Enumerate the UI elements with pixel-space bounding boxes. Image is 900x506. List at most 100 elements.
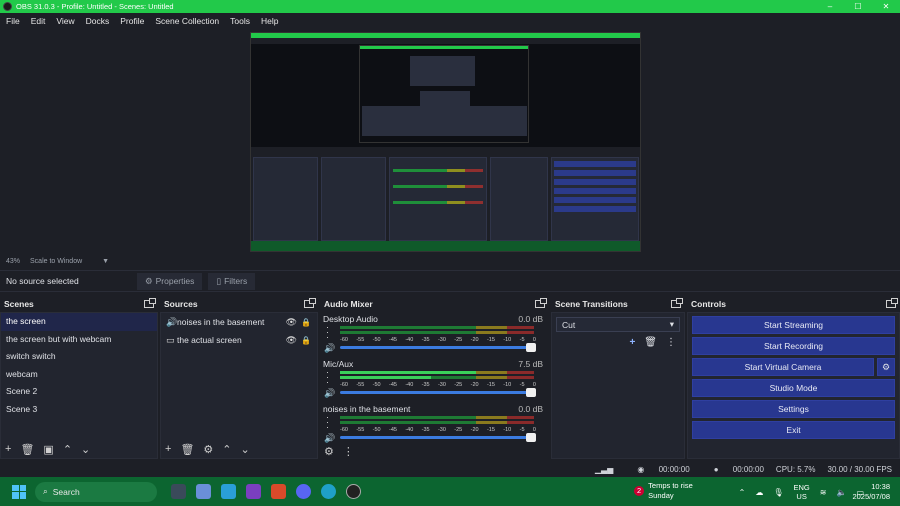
menu-tools[interactable]: Tools [230, 16, 250, 26]
trash-icon[interactable]: 🗑 [20, 443, 34, 456]
more-vertical-icon[interactable]: · · · [326, 323, 330, 342]
start-recording-button[interactable]: Start Recording [692, 337, 895, 355]
source-name: noises in the basement [177, 317, 265, 327]
arrow-down-icon[interactable]: ⌄ [81, 443, 90, 456]
volume-slider-handle[interactable] [526, 388, 536, 397]
preview-canvas[interactable] [250, 32, 641, 252]
volume-slider[interactable] [340, 433, 536, 442]
undock-icon[interactable] [144, 297, 156, 308]
scene-item[interactable]: the screen but with webcam [1, 331, 157, 349]
taskbar-search[interactable]: ⌕ Search [35, 481, 157, 502]
preview-area[interactable] [0, 29, 900, 255]
arrow-up-icon[interactable]: ⌃ [63, 443, 72, 456]
scale-mode-select[interactable]: Scale to Window [30, 258, 82, 265]
weather-badge: 2 [634, 486, 645, 496]
start-virtual-camera-button[interactable]: Start Virtual Camera [692, 358, 874, 376]
virtual-camera-settings-gear-icon[interactable]: ⚙ [877, 358, 895, 376]
lock-icon[interactable]: 🔒 [301, 336, 311, 345]
start-streaming-button[interactable]: Start Streaming [692, 316, 895, 334]
menu-scene-collection[interactable]: Scene Collection [155, 16, 219, 26]
source-item[interactable]: ▭ the actual screen 👁 🔒 [161, 331, 317, 349]
source-name: the actual screen [177, 335, 242, 345]
minimize-button[interactable]: – [816, 0, 844, 13]
add-source-icon[interactable]: + [165, 443, 171, 455]
more-vertical-icon[interactable]: ⋮ [343, 445, 354, 458]
gear-icon[interactable]: ⚙ [203, 443, 213, 456]
filters-button[interactable]: ▯ Filters [208, 272, 256, 290]
speaker-icon[interactable]: 🔊 [324, 388, 335, 399]
arrow-down-icon[interactable]: ⌄ [241, 443, 250, 456]
add-transition-icon[interactable]: + [629, 337, 635, 348]
maximize-button[interactable]: ☐ [844, 0, 872, 13]
volume-icon[interactable]: 🔈 [836, 488, 846, 497]
undock-icon[interactable] [886, 297, 898, 308]
more-vertical-icon[interactable]: · · · [326, 368, 330, 387]
scene-item[interactable]: Scene 3 [1, 401, 157, 419]
speaker-icon[interactable]: 🔊 [324, 343, 335, 354]
menu-view[interactable]: View [56, 16, 74, 26]
menu-docks[interactable]: Docks [86, 16, 110, 26]
eye-icon[interactable]: 👁 [286, 317, 297, 328]
volume-slider-handle[interactable] [526, 433, 536, 442]
channel-name: noises in the basement [323, 404, 411, 414]
sources-toolbar: + 🗑 ⚙ ⌃ ⌄ [161, 440, 317, 458]
volume-slider-handle[interactable] [526, 343, 536, 352]
scene-item[interactable]: webcam [1, 366, 157, 384]
trash-icon[interactable]: 🗑 [180, 443, 194, 456]
trash-icon[interactable]: 🗑 [644, 337, 657, 348]
cloud-icon[interactable]: ☁ [755, 488, 763, 497]
taskbar-clock[interactable]: 10:38 2025/07/08 [852, 482, 890, 502]
scene-item[interactable]: switch switch [1, 348, 157, 366]
settings-button[interactable]: Settings [692, 400, 895, 418]
undock-icon[interactable] [304, 297, 316, 308]
audio-mixer-dock: Audio Mixer Desktop Audio 0.0 dB · · · -60… [320, 296, 549, 459]
menu-file[interactable]: File [6, 16, 20, 26]
arrow-up-icon[interactable]: ⌃ [222, 443, 231, 456]
chevron-up-icon[interactable]: ⌃ [739, 488, 746, 497]
add-scene-icon[interactable]: + [5, 443, 11, 455]
studio-mode-button[interactable]: Studio Mode [692, 379, 895, 397]
close-button[interactable]: ✕ [872, 0, 900, 13]
signal-icon: ▁▃▅ [594, 465, 614, 474]
cpu-usage: CPU: 5.7% [775, 465, 816, 474]
menu-help[interactable]: Help [261, 16, 278, 26]
menu-profile[interactable]: Profile [120, 16, 144, 26]
source-item[interactable]: 🔊 noises in the basement 👁 🔒 [161, 313, 317, 331]
search-icon: ⌕ [43, 486, 48, 496]
scene-item[interactable]: the screen [1, 313, 157, 331]
windows-start-icon[interactable] [12, 484, 26, 499]
gear-icon: ⚙ [145, 275, 153, 286]
gear-icon[interactable]: ⚙ [324, 445, 334, 458]
weather-widget[interactable]: 2 Temps to rise Sunday [634, 481, 693, 501]
filter-icon: ▯ [216, 275, 222, 286]
transition-select[interactable]: Cut ▾ [556, 317, 680, 332]
store-icon[interactable] [221, 484, 236, 499]
clock-time: 10:38 [871, 482, 890, 491]
exit-button[interactable]: Exit [692, 421, 895, 439]
wifi-icon[interactable]: ≋ [820, 488, 827, 497]
volume-slider[interactable] [340, 343, 536, 352]
language-indicator[interactable]: ENG US [794, 483, 810, 501]
edge-icon[interactable] [321, 484, 336, 499]
volume-slider[interactable] [340, 388, 536, 397]
copilot-icon[interactable] [196, 484, 211, 499]
powerpoint-icon[interactable] [271, 484, 286, 499]
microphone-icon[interactable]: 🎙 [773, 488, 783, 497]
more-vertical-icon[interactable]: ⋮ [666, 337, 676, 348]
channel-db: 0.0 dB [518, 314, 543, 324]
onenote-icon[interactable] [246, 484, 261, 499]
obs-app-icon[interactable] [346, 484, 361, 499]
chevron-down-icon[interactable]: ▼ [102, 258, 109, 265]
filter-icon[interactable]: ▣ [43, 443, 53, 456]
undock-icon[interactable] [671, 297, 683, 308]
lock-icon[interactable]: 🔒 [301, 318, 311, 327]
discord-icon[interactable] [296, 484, 311, 499]
eye-icon[interactable]: 👁 [286, 335, 297, 346]
scene-item[interactable]: Scene 2 [1, 383, 157, 401]
menu-edit[interactable]: Edit [31, 16, 46, 26]
weather-title: Temps to rise [648, 481, 693, 490]
task-view-icon[interactable] [171, 484, 186, 499]
more-vertical-icon[interactable]: · · · [326, 413, 330, 432]
properties-button[interactable]: ⚙ Properties [137, 272, 203, 290]
undock-icon[interactable] [535, 297, 547, 308]
